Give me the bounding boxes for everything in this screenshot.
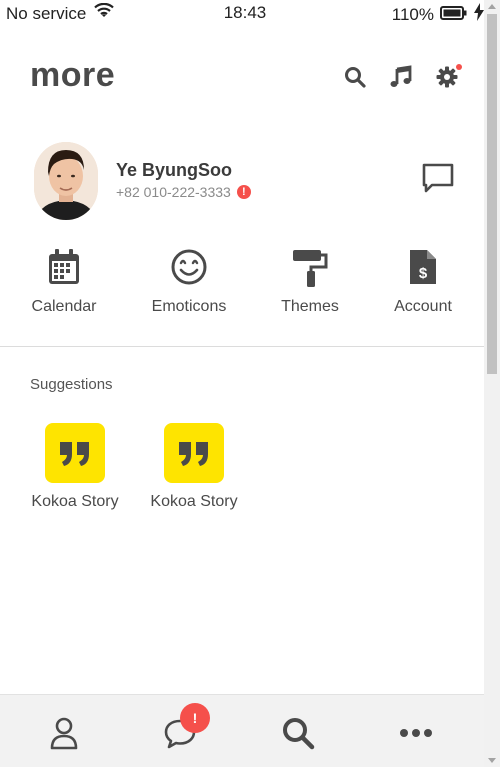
suggestions-title: Suggestions bbox=[30, 376, 113, 393]
settings-icon[interactable] bbox=[434, 64, 462, 90]
quick-item-label: Themes bbox=[281, 298, 339, 315]
quote-icon bbox=[45, 423, 105, 483]
suggestion-item[interactable]: Kokoa Story bbox=[144, 423, 244, 511]
profile-card[interactable]: Ye ByungSoo +82 010-222-3333 ! bbox=[30, 140, 460, 220]
quick-item-label: Calendar bbox=[31, 298, 97, 315]
quick-item-calendar[interactable]: Calendar bbox=[9, 248, 119, 316]
quick-menu: Calendar Emoticons Themes $ Account bbox=[0, 248, 484, 328]
smile-icon bbox=[134, 248, 244, 288]
status-bar: No service 18:43 110% bbox=[0, 0, 484, 28]
chat-button[interactable] bbox=[420, 160, 456, 196]
search-icon[interactable] bbox=[342, 64, 368, 90]
chats-tab[interactable]: ! bbox=[160, 703, 210, 753]
scroll-down-arrow[interactable] bbox=[488, 758, 496, 763]
quick-item-label: Account bbox=[394, 298, 452, 315]
more-dots-icon bbox=[400, 729, 432, 737]
person-icon bbox=[50, 717, 78, 750]
music-icon[interactable] bbox=[388, 64, 414, 90]
suggestion-label: Kokoa Story bbox=[31, 493, 119, 510]
paint-roller-icon bbox=[255, 248, 365, 288]
suggestion-item[interactable]: Kokoa Story bbox=[25, 423, 125, 511]
avatar[interactable] bbox=[34, 142, 98, 220]
more-tab[interactable] bbox=[396, 713, 436, 753]
scroll-up-arrow[interactable] bbox=[488, 4, 496, 9]
suggestion-label: Kokoa Story bbox=[150, 493, 238, 510]
warning-badge[interactable]: ! bbox=[236, 185, 251, 199]
profile-name: Ye ByungSoo bbox=[116, 160, 233, 180]
status-right: 110% bbox=[392, 3, 484, 26]
quick-item-account[interactable]: $ Account bbox=[368, 248, 478, 316]
divider bbox=[0, 346, 484, 347]
svg-text:$: $ bbox=[419, 265, 428, 282]
quick-item-emoticons[interactable]: Emoticons bbox=[134, 248, 244, 316]
settings-notification-dot bbox=[456, 64, 462, 70]
scrollbar[interactable] bbox=[484, 0, 500, 767]
quote-icon bbox=[164, 423, 224, 483]
scrollbar-thumb[interactable] bbox=[487, 14, 497, 374]
search-tab[interactable] bbox=[278, 713, 318, 753]
charging-bolt-icon bbox=[474, 3, 484, 26]
profile-phone: +82 010-222-3333 bbox=[116, 184, 231, 200]
friends-tab[interactable] bbox=[44, 713, 84, 753]
profile-phone-row: +82 010-222-3333 ! bbox=[116, 184, 251, 200]
battery-percent: 110% bbox=[391, 4, 434, 24]
battery-icon bbox=[440, 5, 468, 25]
chats-unread-badge: ! bbox=[180, 703, 210, 733]
search-icon bbox=[283, 718, 315, 750]
bottom-tab-bar: ! bbox=[0, 694, 484, 767]
header-actions bbox=[342, 64, 462, 90]
quick-item-label: Emoticons bbox=[151, 298, 227, 315]
calendar-icon bbox=[9, 248, 119, 288]
invoice-icon: $ bbox=[368, 248, 478, 288]
header: more bbox=[30, 56, 462, 104]
quick-item-themes[interactable]: Themes bbox=[255, 248, 365, 316]
